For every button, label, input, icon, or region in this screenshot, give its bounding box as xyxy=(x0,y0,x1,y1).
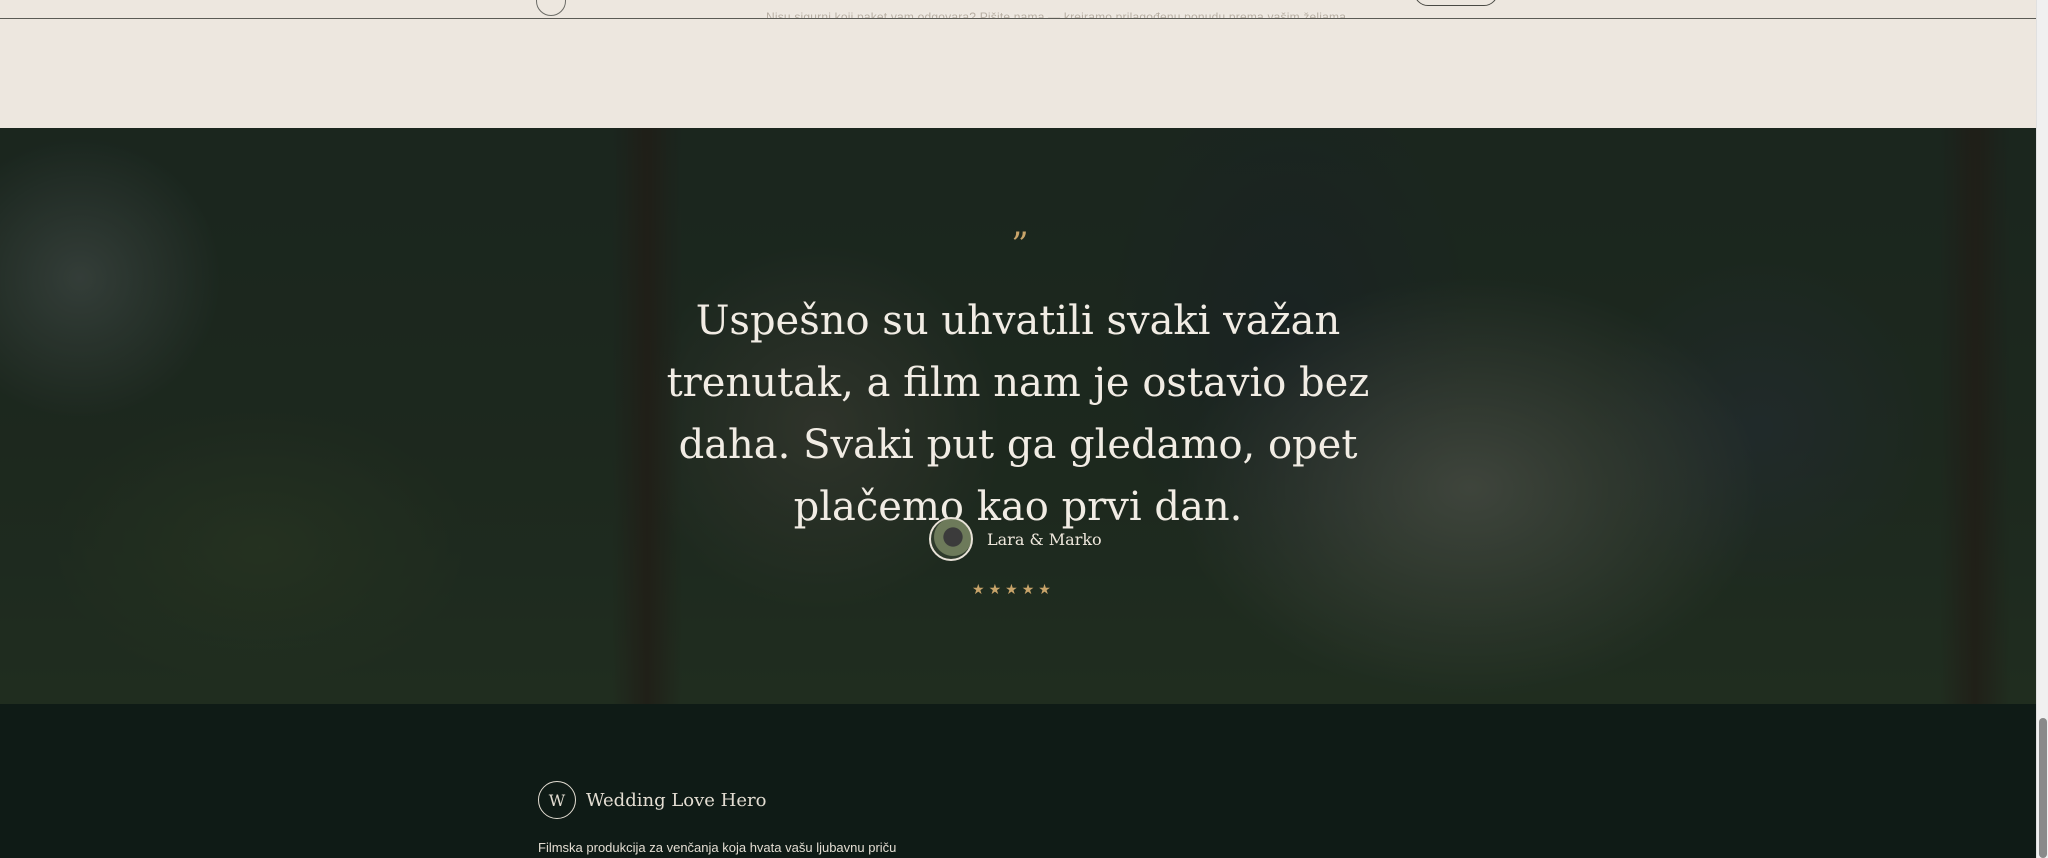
page-scrollbar[interactable] xyxy=(2036,0,2048,858)
footer-tagline: Filmska produkcija za venčanja koja hvat… xyxy=(538,840,897,855)
star-rating: ★ ★ ★ ★ ★ xyxy=(972,582,1051,596)
header-logo-circle[interactable] xyxy=(536,0,566,16)
pricing-section-bottom: Nisu sigurni koji paket vam odgovara? Pi… xyxy=(0,0,2036,128)
avatar xyxy=(929,517,973,561)
star-icon: ★ xyxy=(1038,581,1051,597)
sticky-header-edge: Nisu sigurni koji paket vam odgovara? Pi… xyxy=(0,0,2036,19)
custom-offer-note: Nisu sigurni koji paket vam odgovara? Pi… xyxy=(766,10,1350,19)
star-icon: ★ xyxy=(972,581,985,597)
header-cta-button[interactable] xyxy=(1414,0,1498,6)
footer-logo[interactable]: W xyxy=(538,781,576,819)
scrollbar-thumb[interactable] xyxy=(2039,718,2047,858)
quote-mark-icon: ” xyxy=(1011,225,1029,265)
testimonial-quote: Uspešno su uhvatili svaki važan trenutak… xyxy=(666,298,1370,530)
footer-brand-name[interactable]: Wedding Love Hero xyxy=(586,790,766,812)
star-icon: ★ xyxy=(1021,581,1035,597)
site-footer: W Wedding Love Hero Filmska produkcija z… xyxy=(0,704,2036,858)
star-icon: ★ xyxy=(988,581,1002,597)
author-name: Lara & Marko xyxy=(987,529,1102,549)
star-icon: ★ xyxy=(1005,581,1018,597)
testimonial-author: Lara & Marko xyxy=(929,517,1102,561)
